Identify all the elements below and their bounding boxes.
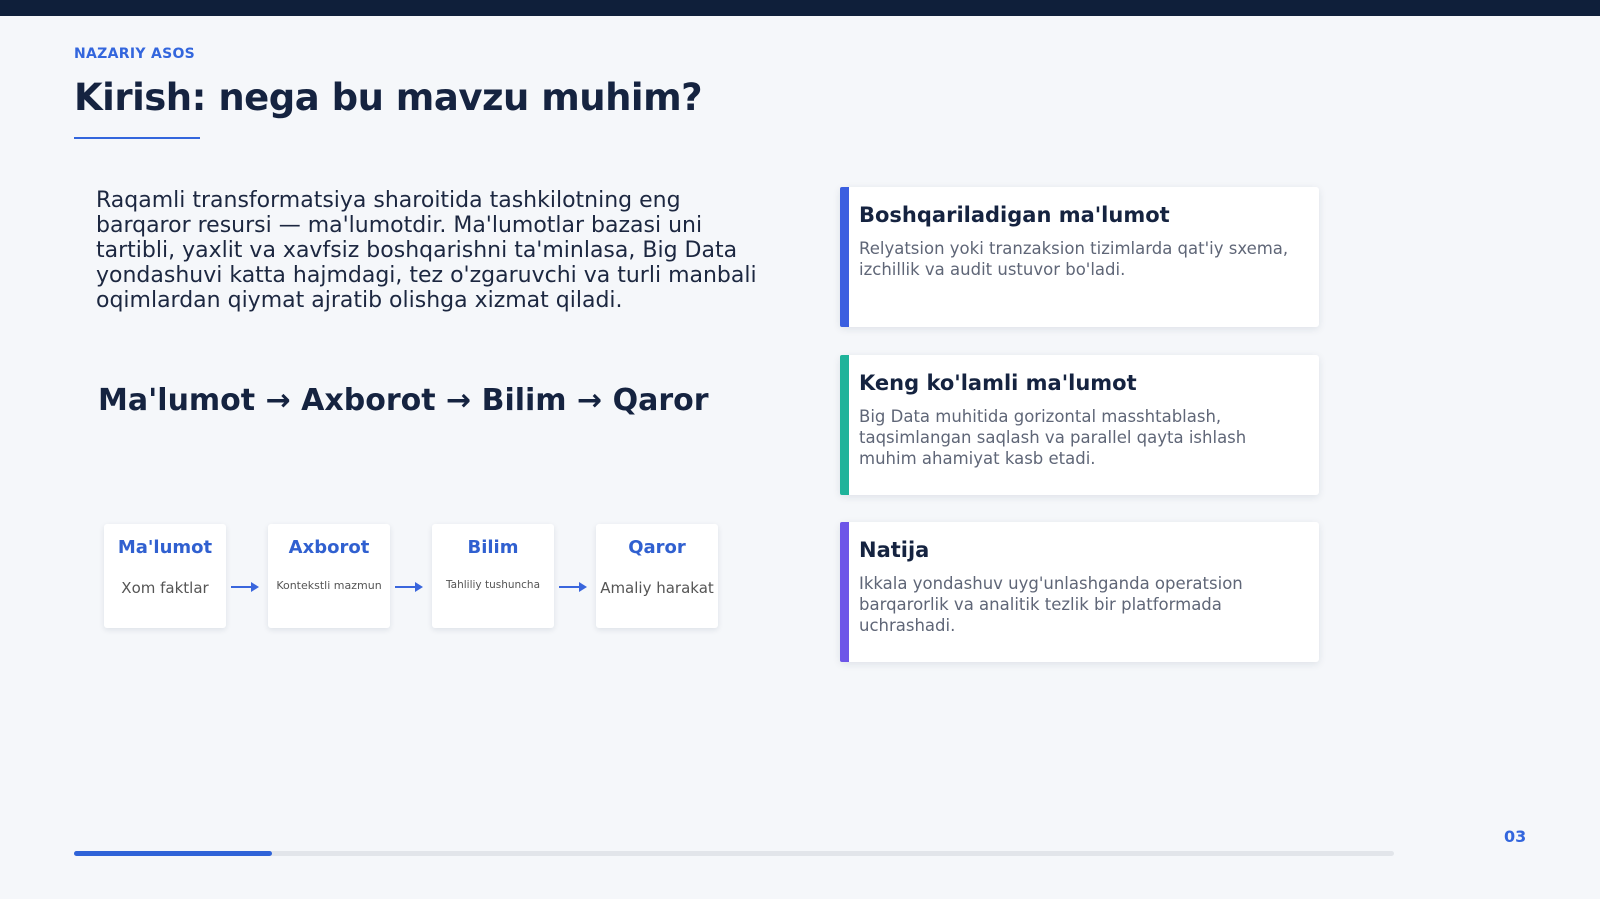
progress-bar xyxy=(74,851,1394,856)
flow-step-title: Bilim xyxy=(467,537,519,558)
title-underline xyxy=(74,137,200,139)
flow-step-axborot: Axborot Kontekstli mazmun xyxy=(268,524,390,628)
flow-step-bilim: Bilim Tahliliy tushuncha xyxy=(432,524,554,628)
flow-step-subtitle: Amaliy harakat xyxy=(600,579,714,597)
flow-step-title: Qaror xyxy=(628,537,686,558)
flow-step-subtitle: Xom faktlar xyxy=(121,579,209,597)
flow-step-title: Axborot xyxy=(288,537,370,558)
flow-step-subtitle: Kontekstli mazmun xyxy=(276,579,382,592)
card-result: Natija Ikkala yondashuv uyg'unlashganda … xyxy=(840,522,1319,662)
flow-arrow-icon xyxy=(231,582,259,592)
card-title: Boshqariladigan ma'lumot xyxy=(859,203,1170,227)
page-number: 03 xyxy=(1504,827,1527,846)
progress-fill xyxy=(74,851,272,856)
section-eyebrow: NAZARIY ASOS xyxy=(74,46,196,62)
flow-arrow-icon xyxy=(559,582,587,592)
flow-step-subtitle: Tahliliy tushuncha xyxy=(445,579,541,591)
card-accent-bar xyxy=(840,355,849,495)
card-body: Relyatsion yoki tranzaksion tizimlarda q… xyxy=(859,239,1289,279)
card-accent-bar xyxy=(840,187,849,327)
card-title: Keng ko'lamli ma'lumot xyxy=(859,371,1137,395)
card-managed-data: Boshqariladigan ma'lumot Relyatsion yoki… xyxy=(840,187,1319,327)
card-accent-bar xyxy=(840,522,849,662)
knowledge-chain: Ma'lumot → Axborot → Bilim → Qaror xyxy=(98,383,709,418)
flow-arrow-icon xyxy=(395,582,423,592)
card-body: Ikkala yondashuv uyg'unlashganda operats… xyxy=(859,574,1243,635)
flow-step-malumot: Ma'lumot Xom faktlar xyxy=(104,524,226,628)
card-body: Big Data muhitida gorizontal masshtablas… xyxy=(859,407,1247,468)
flow-step-title: Ma'lumot xyxy=(117,537,213,558)
top-bar xyxy=(0,0,1600,16)
card-large-scale-data: Keng ko'lamli ma'lumot Big Data muhitida… xyxy=(840,355,1319,495)
intro-paragraph: Raqamli transformatsiya sharoitida tashk… xyxy=(96,188,757,313)
slide-title: Kirish: nega bu mavzu muhim? xyxy=(74,76,703,119)
flow-step-qaror: Qaror Amaliy harakat xyxy=(596,524,718,628)
card-title: Natija xyxy=(859,538,930,562)
